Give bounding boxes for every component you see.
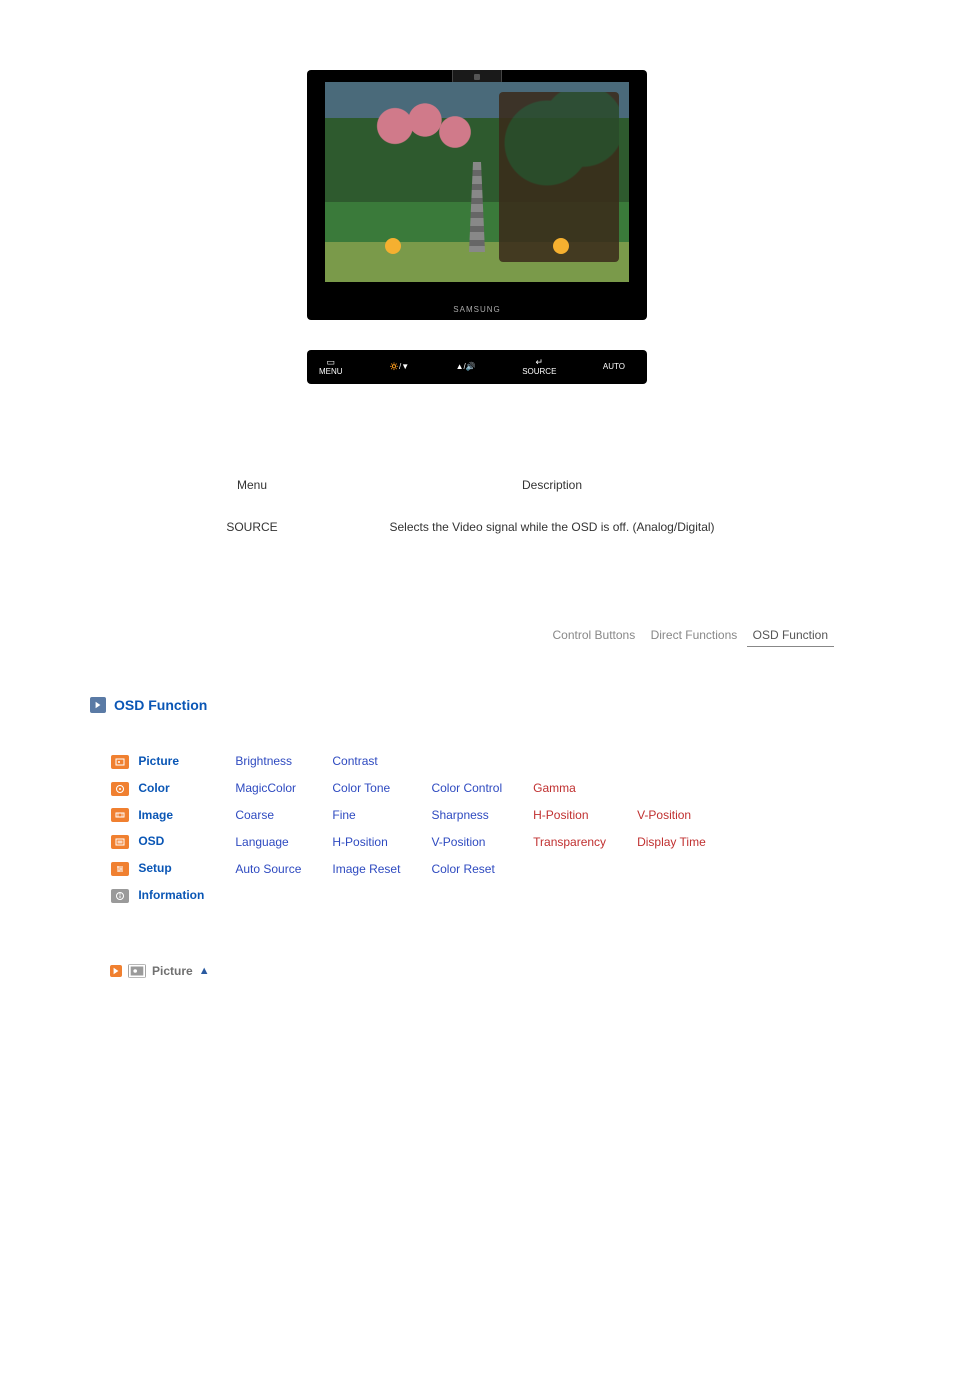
image-icon — [111, 808, 129, 822]
link-color-tone[interactable]: Color Tone — [332, 781, 390, 795]
osd-icon — [111, 835, 129, 849]
link-picture[interactable]: Picture — [138, 754, 179, 768]
link-color[interactable]: Color — [138, 781, 169, 795]
picture-subheading-label: Picture — [152, 964, 193, 978]
osd-function-table: Picture Brightness Contrast Color MagicC… — [110, 743, 736, 914]
picture-icon — [111, 755, 129, 769]
monitor-preview: SAMSUNG ▭ MENU 🔅/▼ ▲/🔊 ↵ SOURCE AUTO — [90, 70, 864, 384]
link-information[interactable]: Information — [138, 888, 204, 902]
link-brightness[interactable]: Brightness — [235, 754, 292, 768]
volume-up-label: ▲/🔊 — [456, 363, 476, 372]
up-arrow-icon[interactable]: ▲ — [199, 965, 210, 977]
volume-up-button[interactable]: ▲/🔊 — [456, 363, 476, 372]
link-image-reset[interactable]: Image Reset — [332, 862, 400, 876]
link-v-position-image[interactable]: V-Position — [637, 808, 691, 822]
arrow-icon — [90, 697, 106, 713]
link-language[interactable]: Language — [235, 835, 288, 849]
link-fine[interactable]: Fine — [332, 808, 355, 822]
link-sharpness[interactable]: Sharpness — [431, 808, 488, 822]
link-osd[interactable]: OSD — [138, 834, 164, 848]
link-auto-source[interactable]: Auto Source — [235, 862, 301, 876]
brightness-down-button[interactable]: 🔅/▼ — [389, 363, 409, 372]
link-image[interactable]: Image — [138, 808, 173, 822]
source-button-label: SOURCE — [522, 368, 556, 377]
color-icon — [111, 782, 129, 796]
monitor-bezel: SAMSUNG — [307, 70, 647, 320]
osd-function-title: OSD Function — [114, 697, 207, 713]
tab-direct-functions[interactable]: Direct Functions — [645, 628, 744, 646]
picture-small-icon — [128, 964, 146, 978]
arrow-right-icon — [110, 965, 122, 977]
link-color-reset[interactable]: Color Reset — [431, 862, 494, 876]
monitor-button-bar: ▭ MENU 🔅/▼ ▲/🔊 ↵ SOURCE AUTO — [307, 350, 647, 384]
menu-description-table: Menu Description SOURCE Selects the Vide… — [177, 464, 777, 548]
picture-subheading: Picture ▲ — [110, 964, 864, 978]
link-gamma[interactable]: Gamma — [533, 781, 576, 795]
row-picture: Picture Brightness Contrast — [110, 753, 736, 770]
row-setup: Setup Auto Source Image Reset Color Rese… — [110, 860, 736, 877]
header-menu: Menu — [177, 464, 327, 506]
cell-desc-source: Selects the Video signal while the OSD i… — [327, 506, 777, 548]
source-button[interactable]: ↵ SOURCE — [522, 358, 556, 377]
tab-control-buttons[interactable]: Control Buttons — [547, 628, 642, 646]
row-image: Image Coarse Fine Sharpness H-Position V… — [110, 807, 736, 824]
table-row: SOURCE Selects the Video signal while th… — [177, 506, 777, 548]
osd-function-heading: OSD Function — [90, 697, 864, 713]
link-h-position-image[interactable]: H-Position — [533, 808, 588, 822]
row-osd: OSD Language H-Position V-Position Trans… — [110, 833, 736, 850]
section-tabs: Control Buttons Direct Functions OSD Fun… — [90, 628, 864, 647]
menu-button[interactable]: ▭ MENU — [319, 358, 343, 377]
row-color: Color MagicColor Color Tone Color Contro… — [110, 780, 736, 797]
link-v-position-osd[interactable]: V-Position — [431, 835, 485, 849]
link-setup[interactable]: Setup — [138, 861, 171, 875]
brightness-down-label: 🔅/▼ — [389, 363, 409, 372]
row-information: Information — [110, 887, 736, 904]
header-description: Description — [327, 464, 777, 506]
link-transparency[interactable]: Transparency — [533, 835, 606, 849]
menu-button-label: MENU — [319, 368, 343, 377]
auto-button[interactable]: AUTO — [603, 363, 625, 372]
auto-button-label: AUTO — [603, 363, 625, 372]
link-display-time[interactable]: Display Time — [637, 835, 706, 849]
link-color-control[interactable]: Color Control — [431, 781, 502, 795]
tab-osd-function[interactable]: OSD Function — [747, 628, 834, 647]
link-h-position-osd[interactable]: H-Position — [332, 835, 387, 849]
link-contrast[interactable]: Contrast — [332, 754, 377, 768]
link-magiccolor[interactable]: MagicColor — [235, 781, 296, 795]
cell-menu-source: SOURCE — [177, 506, 327, 548]
information-icon — [111, 889, 129, 903]
setup-icon — [111, 862, 129, 876]
monitor-screen-image — [325, 82, 629, 282]
monitor-brand-label: SAMSUNG — [307, 305, 647, 314]
link-coarse[interactable]: Coarse — [235, 808, 274, 822]
